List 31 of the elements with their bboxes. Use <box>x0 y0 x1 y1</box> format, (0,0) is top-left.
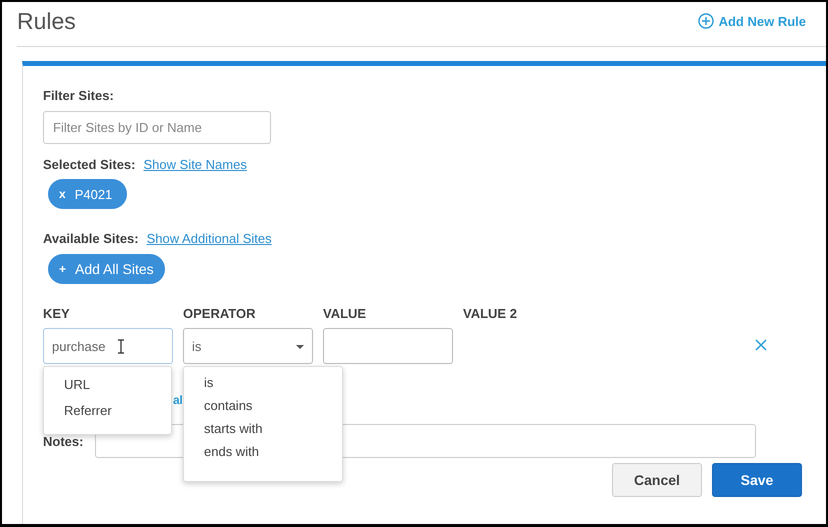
selected-sites-label: Selected Sites: <box>43 157 136 172</box>
dropdown-option[interactable]: Referrer <box>44 398 171 424</box>
show-site-names-link[interactable]: Show Site Names <box>144 157 247 172</box>
column-header: KEY <box>43 306 71 321</box>
show-additional-sites-link[interactable]: Show Additional Sites <box>146 231 272 246</box>
text-cursor-icon <box>117 338 126 354</box>
notes-label: Notes: <box>43 434 84 448</box>
cancel-button[interactable]: Cancel <box>612 463 702 497</box>
caret-icon <box>296 345 304 349</box>
close-icon[interactable] <box>755 339 767 351</box>
site-chip[interactable]: x P4021 <box>48 179 128 209</box>
available-sites-label: Available Sites: <box>43 231 139 246</box>
value-field[interactable] <box>323 328 453 364</box>
key-field[interactable]: purchase <box>43 328 173 364</box>
dropdown-option[interactable]: ends with <box>184 441 342 464</box>
dropdown-option[interactable]: URL <box>44 372 171 398</box>
plus-circle-icon <box>698 13 714 29</box>
add-new-rule-link[interactable]: Add New Rule <box>698 13 806 29</box>
filter-label: Filter Sites: <box>43 88 115 103</box>
page-title: Rules <box>17 8 76 34</box>
dropdown-option[interactable]: contains <box>184 395 342 418</box>
operator-select[interactable]: is <box>183 328 313 364</box>
add-value-link[interactable]: al <box>173 393 182 407</box>
dropdown-option[interactable]: is <box>184 372 342 395</box>
column-header: OPERATOR <box>183 306 256 321</box>
column-header: VALUE <box>323 306 368 321</box>
add-all-sites-button[interactable]: + Add All Sites <box>48 254 165 284</box>
filter-field[interactable]: Filter Sites by ID or Name <box>43 111 271 144</box>
save-button[interactable]: Save <box>712 463 802 497</box>
column-header: VALUE 2 <box>463 306 518 321</box>
dropdown-option[interactable]: starts with <box>184 418 342 441</box>
